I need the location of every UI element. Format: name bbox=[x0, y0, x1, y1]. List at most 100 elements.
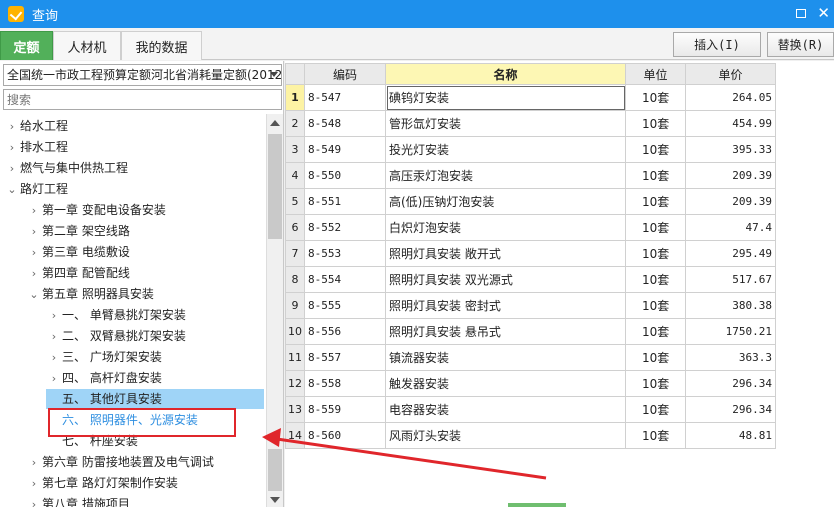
tree-item[interactable]: › 第二章 架空线路 bbox=[26, 221, 130, 241]
search-input[interactable] bbox=[3, 89, 282, 110]
cell-code[interactable]: 8-554 bbox=[304, 266, 386, 293]
cell-unit[interactable]: 10套 bbox=[625, 110, 686, 137]
cell-unit[interactable]: 10套 bbox=[625, 370, 686, 397]
cell-unit[interactable]: 10套 bbox=[625, 266, 686, 293]
cell-name[interactable]: 照明灯具安装 密封式 bbox=[385, 292, 626, 319]
chevron-right-icon[interactable]: › bbox=[4, 138, 20, 158]
row-number[interactable]: 6 bbox=[285, 214, 305, 241]
cell-price[interactable]: 395.33 bbox=[685, 136, 776, 163]
chevron-right-icon[interactable]: › bbox=[26, 474, 42, 494]
row-number[interactable]: 13 bbox=[285, 396, 305, 423]
quota-library-select[interactable]: 全国统一市政工程预算定额河北省消耗量定额(2012) bbox=[3, 64, 282, 86]
tab-labor-material[interactable]: 人材机 bbox=[53, 31, 121, 60]
chevron-right-icon[interactable]: › bbox=[4, 117, 20, 137]
scroll-up-icon[interactable] bbox=[270, 120, 280, 126]
table-row[interactable]: 2 8-548 管形氙灯安装 10套 454.99 bbox=[285, 110, 776, 137]
cell-name[interactable]: 高(低)压钠灯泡安装 bbox=[385, 188, 626, 215]
cell-name[interactable]: 触发器安装 bbox=[385, 370, 626, 397]
cell-unit[interactable]: 10套 bbox=[625, 84, 686, 111]
chevron-right-icon[interactable]: › bbox=[26, 201, 42, 221]
cell-code[interactable]: 8-552 bbox=[304, 214, 386, 241]
cell-price[interactable]: 264.05 bbox=[685, 84, 776, 111]
cell-name[interactable]: 照明灯具安装 双光源式 bbox=[385, 266, 626, 293]
row-number[interactable]: 4 bbox=[285, 162, 305, 189]
row-number[interactable]: 1 bbox=[285, 84, 305, 111]
tree-item[interactable]: › 燃气与集中供热工程 bbox=[4, 158, 128, 178]
cell-unit[interactable]: 10套 bbox=[625, 292, 686, 319]
cell-code[interactable]: 8-557 bbox=[304, 344, 386, 371]
table-row[interactable]: 11 8-557 镇流器安装 10套 363.3 bbox=[285, 344, 776, 371]
tree-item[interactable]: › 给水工程 bbox=[4, 116, 68, 136]
row-number[interactable]: 14 bbox=[285, 422, 305, 449]
table-row[interactable]: 6 8-552 白炽灯泡安装 10套 47.4 bbox=[285, 214, 776, 241]
row-number[interactable]: 5 bbox=[285, 188, 305, 215]
row-number[interactable]: 2 bbox=[285, 110, 305, 137]
tree-item[interactable]: › 第八章 措施项目 bbox=[26, 494, 130, 507]
chevron-right-icon[interactable]: › bbox=[26, 453, 42, 473]
row-number[interactable]: 3 bbox=[285, 136, 305, 163]
cell-name[interactable]: 碘钨灯安装 bbox=[385, 84, 626, 111]
tree-item[interactable]: 五、 其他灯具安装 bbox=[46, 389, 264, 409]
insert-button[interactable]: 插入(I) bbox=[673, 32, 761, 57]
cell-name[interactable]: 镇流器安装 bbox=[385, 344, 626, 371]
table-row[interactable]: 5 8-551 高(低)压钠灯泡安装 10套 209.39 bbox=[285, 188, 776, 215]
tree-scrollbar[interactable] bbox=[266, 114, 283, 507]
cell-unit[interactable]: 10套 bbox=[625, 162, 686, 189]
tab-quota[interactable]: 定额 bbox=[0, 31, 53, 60]
table-row[interactable]: 8 8-554 照明灯具安装 双光源式 10套 517.67 bbox=[285, 266, 776, 293]
cell-price[interactable]: 47.4 bbox=[685, 214, 776, 241]
table-row[interactable]: 10 8-556 照明灯具安装 悬吊式 10套 1750.21 bbox=[285, 318, 776, 345]
cell-unit[interactable]: 10套 bbox=[625, 214, 686, 241]
tab-my-data[interactable]: 我的数据 bbox=[121, 31, 202, 60]
cell-code[interactable]: 8-547 bbox=[304, 84, 386, 111]
cell-code[interactable]: 8-556 bbox=[304, 318, 386, 345]
cell-code[interactable]: 8-548 bbox=[304, 110, 386, 137]
tree-item[interactable]: › 第四章 配管配线 bbox=[26, 263, 130, 283]
chevron-right-icon[interactable]: › bbox=[4, 159, 20, 179]
restore-icon[interactable] bbox=[796, 9, 806, 18]
tree-item[interactable]: › 第六章 防雷接地装置及电气调试 bbox=[26, 452, 214, 472]
tree-item[interactable]: › 第一章 变配电设备安装 bbox=[26, 200, 166, 220]
cell-unit[interactable]: 10套 bbox=[625, 422, 686, 449]
cell-code[interactable]: 8-558 bbox=[304, 370, 386, 397]
cell-unit[interactable]: 10套 bbox=[625, 318, 686, 345]
chevron-right-icon[interactable]: › bbox=[46, 306, 62, 326]
column-header-name[interactable]: 名称 bbox=[385, 63, 626, 85]
cell-price[interactable]: 363.3 bbox=[685, 344, 776, 371]
cell-name[interactable]: 风雨灯头安装 bbox=[385, 422, 626, 449]
chevron-down-icon[interactable]: ⌄ bbox=[4, 180, 20, 200]
table-row[interactable]: 3 8-549 投光灯安装 10套 395.33 bbox=[285, 136, 776, 163]
tree-item[interactable]: › 第七章 路灯灯架制作安装 bbox=[26, 473, 178, 493]
tree-item[interactable]: ⌄ 路灯工程 bbox=[4, 179, 68, 199]
tree-item[interactable]: › 排水工程 bbox=[4, 137, 68, 157]
tree-item[interactable]: › 第三章 电缆敷设 bbox=[26, 242, 130, 262]
cell-unit[interactable]: 10套 bbox=[625, 396, 686, 423]
scroll-down-icon[interactable] bbox=[270, 497, 280, 503]
cell-price[interactable]: 209.39 bbox=[685, 188, 776, 215]
cell-name[interactable]: 投光灯安装 bbox=[385, 136, 626, 163]
chevron-right-icon[interactable]: › bbox=[46, 327, 62, 347]
table-row[interactable]: 9 8-555 照明灯具安装 密封式 10套 380.38 bbox=[285, 292, 776, 319]
cell-name[interactable]: 高压汞灯泡安装 bbox=[385, 162, 626, 189]
tree-item[interactable]: › 四、 高杆灯盘安装 bbox=[46, 368, 162, 388]
cell-price[interactable]: 209.39 bbox=[685, 162, 776, 189]
cell-code[interactable]: 8-551 bbox=[304, 188, 386, 215]
chevron-right-icon[interactable]: › bbox=[26, 495, 42, 507]
cell-price[interactable]: 48.81 bbox=[685, 422, 776, 449]
cell-code[interactable]: 8-560 bbox=[304, 422, 386, 449]
tree-item[interactable]: › 二、 双臂悬挑灯架安装 bbox=[46, 326, 186, 346]
cell-name[interactable]: 管形氙灯安装 bbox=[385, 110, 626, 137]
close-icon[interactable]: ✕ bbox=[817, 4, 830, 22]
table-row[interactable]: 12 8-558 触发器安装 10套 296.34 bbox=[285, 370, 776, 397]
cell-code[interactable]: 8-550 bbox=[304, 162, 386, 189]
chevron-right-icon[interactable]: › bbox=[46, 348, 62, 368]
cell-code[interactable]: 8-559 bbox=[304, 396, 386, 423]
row-number[interactable]: 12 bbox=[285, 370, 305, 397]
cell-price[interactable]: 295.49 bbox=[685, 240, 776, 267]
chevron-down-icon[interactable] bbox=[270, 72, 278, 77]
row-number[interactable]: 9 bbox=[285, 292, 305, 319]
cell-code[interactable]: 8-553 bbox=[304, 240, 386, 267]
row-number[interactable]: 11 bbox=[285, 344, 305, 371]
table-row[interactable]: 1 8-547 碘钨灯安装 10套 264.05 bbox=[285, 84, 776, 111]
cell-code[interactable]: 8-549 bbox=[304, 136, 386, 163]
